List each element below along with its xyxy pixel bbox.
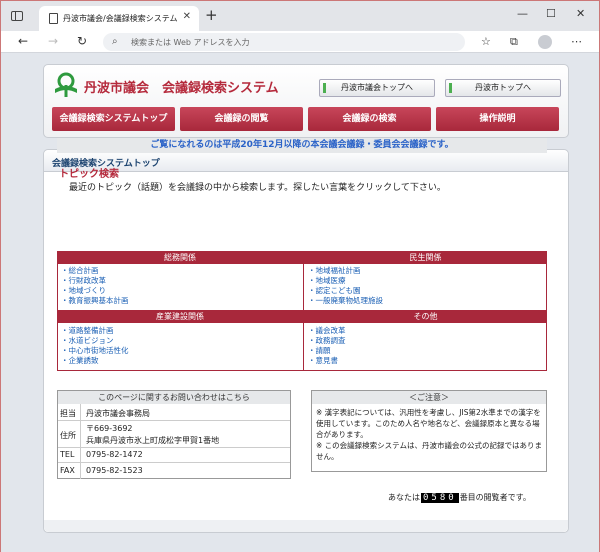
caution-text: ※ 漢字表記については、汎用性を考慮し、JIS第2水準までの漢字を使用しています… bbox=[316, 407, 542, 462]
close-window-icon[interactable]: ✕ bbox=[576, 7, 585, 20]
contact-label: TEL bbox=[60, 450, 75, 459]
address-bar[interactable]: ⌕ 検索または Web アドレスを入力 bbox=[103, 33, 465, 51]
reload-icon[interactable]: ↻ bbox=[77, 34, 87, 48]
topic-link[interactable]: ・一般廃棄物処理施設 bbox=[308, 296, 383, 306]
topic-link[interactable]: ・地域づくり bbox=[61, 286, 129, 296]
notice-banner: ご覧になれるのは平成20年12月以降の本会議会議録・委員会会議録です。 bbox=[57, 138, 547, 153]
category-other: その他 bbox=[304, 310, 547, 323]
contact-label: 住所 bbox=[60, 431, 76, 440]
collections-icon[interactable]: ⧉ bbox=[510, 35, 518, 49]
site-header: 丹波市議会 会議録検索システム 丹波市議会トップへ 丹波市トップへ 会議録検索シ… bbox=[43, 64, 569, 138]
topic-link[interactable]: ・行財政改革 bbox=[61, 276, 129, 286]
contact-divider bbox=[80, 404, 81, 479]
address-placeholder: 検索または Web アドレスを入力 bbox=[131, 38, 250, 47]
favorites-icon[interactable]: ☆ bbox=[481, 35, 491, 48]
topic-link[interactable]: ・教育振興基本計画 bbox=[61, 296, 129, 306]
topic-link[interactable]: ・請願 bbox=[308, 346, 346, 356]
topic-link[interactable]: ・地域医療 bbox=[308, 276, 383, 286]
caution-note: ※ 漢字表記については、汎用性を考慮し、JIS第2水準までの漢字を使用しています… bbox=[316, 408, 541, 439]
topic-link[interactable]: ・議会改革 bbox=[308, 326, 346, 336]
row-divider bbox=[58, 462, 290, 463]
window-menu-icon[interactable] bbox=[11, 11, 23, 21]
general-affairs-list: ・総合計画 ・行財政改革 ・地域づくり ・教育振興基本計画 bbox=[61, 266, 129, 306]
contact-value: 0795-82-1523 bbox=[86, 466, 143, 475]
topic-heading: トピック検索 bbox=[59, 169, 119, 180]
minimize-icon[interactable]: — bbox=[517, 7, 528, 20]
close-tab-icon[interactable]: ✕ bbox=[183, 11, 191, 22]
contact-value: 丹波市議会事務局 bbox=[86, 409, 150, 418]
council-top-link[interactable]: 丹波市議会トップへ bbox=[319, 79, 435, 97]
menu-search-minutes[interactable]: 会議録の検索 bbox=[308, 107, 431, 131]
contact-value: 0795-82-1472 bbox=[86, 450, 143, 459]
topic-link[interactable]: ・地域福祉計画 bbox=[308, 266, 383, 276]
forward-icon[interactable]: → bbox=[48, 34, 58, 48]
other-list: ・議会改革 ・政務調査 ・請願 ・意見書 bbox=[308, 326, 346, 366]
contact-label: FAX bbox=[60, 466, 75, 475]
back-icon[interactable]: ← bbox=[18, 34, 28, 48]
topic-link[interactable]: ・総合計画 bbox=[61, 266, 129, 276]
tab-bar: 丹波市議会/会議録検索システム ✕ + — ☐ ✕ bbox=[1, 1, 599, 31]
topic-link[interactable]: ・認定こども園 bbox=[308, 286, 383, 296]
menu-instructions[interactable]: 操作説明 bbox=[436, 107, 559, 131]
category-industry-construction: 産業建設関係 bbox=[57, 310, 303, 323]
topic-link[interactable]: ・政務調査 bbox=[308, 336, 346, 346]
counter-value: 0580 bbox=[421, 493, 459, 503]
category-general-affairs: 総務関係 bbox=[57, 251, 303, 264]
document-icon bbox=[49, 13, 58, 24]
contact-value: 〒669-3692 bbox=[86, 424, 133, 433]
topic-link[interactable]: ・意見書 bbox=[308, 356, 346, 366]
industry-construction-list: ・道路整備計画 ・水道ビジョン ・中心市街地活性化 ・企業誘致 bbox=[61, 326, 129, 366]
caution-heading: ＜ご注意＞ bbox=[312, 391, 546, 404]
contact-box: このページに関するお問い合わせはこちら 担当 丹波市議会事務局 住所 〒669-… bbox=[57, 390, 291, 479]
topic-link[interactable]: ・道路整備計画 bbox=[61, 326, 129, 336]
tab-title: 丹波市議会/会議録検索システム bbox=[63, 14, 178, 23]
city-logo-icon bbox=[55, 72, 77, 97]
row-divider bbox=[58, 447, 290, 448]
row-divider bbox=[58, 420, 290, 421]
city-top-link[interactable]: 丹波市トップへ bbox=[445, 79, 561, 97]
more-icon[interactable]: ⋯ bbox=[571, 35, 582, 48]
browser-tab[interactable]: 丹波市議会/会議録検索システム ✕ bbox=[39, 6, 199, 31]
search-icon: ⌕ bbox=[112, 36, 118, 47]
profile-avatar[interactable] bbox=[538, 35, 552, 49]
topic-link[interactable]: ・中心市街地活性化 bbox=[61, 346, 129, 356]
topic-link[interactable]: ・水道ビジョン bbox=[61, 336, 129, 346]
caution-box: ＜ご注意＞ ※ 漢字表記については、汎用性を考慮し、JIS第2水準までの漢字を使… bbox=[311, 390, 547, 472]
topic-link[interactable]: ・企業誘致 bbox=[61, 356, 129, 366]
visitor-counter: あなたは 0580 番目の閲覧者です。 bbox=[388, 492, 531, 503]
site-title: 丹波市議会 会議録検索システム bbox=[84, 81, 279, 96]
caution-note: ※ この会議録検索システムは、丹波市議会の公式の記録ではありません。 bbox=[316, 441, 542, 461]
category-welfare: 民生関係 bbox=[304, 251, 547, 264]
counter-suffix: 番目の閲覧者です。 bbox=[459, 493, 531, 502]
maximize-icon[interactable]: ☐ bbox=[546, 7, 556, 20]
welfare-list: ・地域福祉計画 ・地域医療 ・認定こども園 ・一般廃棄物処理施設 bbox=[308, 266, 383, 306]
counter-prefix: あなたは bbox=[388, 493, 420, 502]
topic-description: 最近のトピック（話題）を会議録の中から検索します。探したい言葉をクリックして下さ… bbox=[69, 183, 446, 193]
panel-header: 会議録検索システムトップ bbox=[44, 150, 568, 172]
menu-browse-minutes[interactable]: 会議録の閲覧 bbox=[180, 107, 303, 131]
browser-toolbar: ← → ↻ ⌕ 検索または Web アドレスを入力 ☆ ⧉ ⋯ bbox=[1, 31, 599, 53]
contact-label: 担当 bbox=[60, 409, 76, 418]
new-tab-icon[interactable]: + bbox=[205, 6, 218, 24]
browser-window: 丹波市議会/会議録検索システム ✕ + — ☐ ✕ ← → ↻ ⌕ 検索または … bbox=[0, 0, 600, 552]
menu-search-system-top[interactable]: 会議録検索システムトップ bbox=[52, 107, 175, 131]
contact-value: 兵庫県丹波市氷上町成松字甲賀1番地 bbox=[86, 436, 220, 445]
panel-footer bbox=[44, 520, 568, 532]
contact-heading: このページに関するお問い合わせはこちら bbox=[58, 391, 290, 404]
